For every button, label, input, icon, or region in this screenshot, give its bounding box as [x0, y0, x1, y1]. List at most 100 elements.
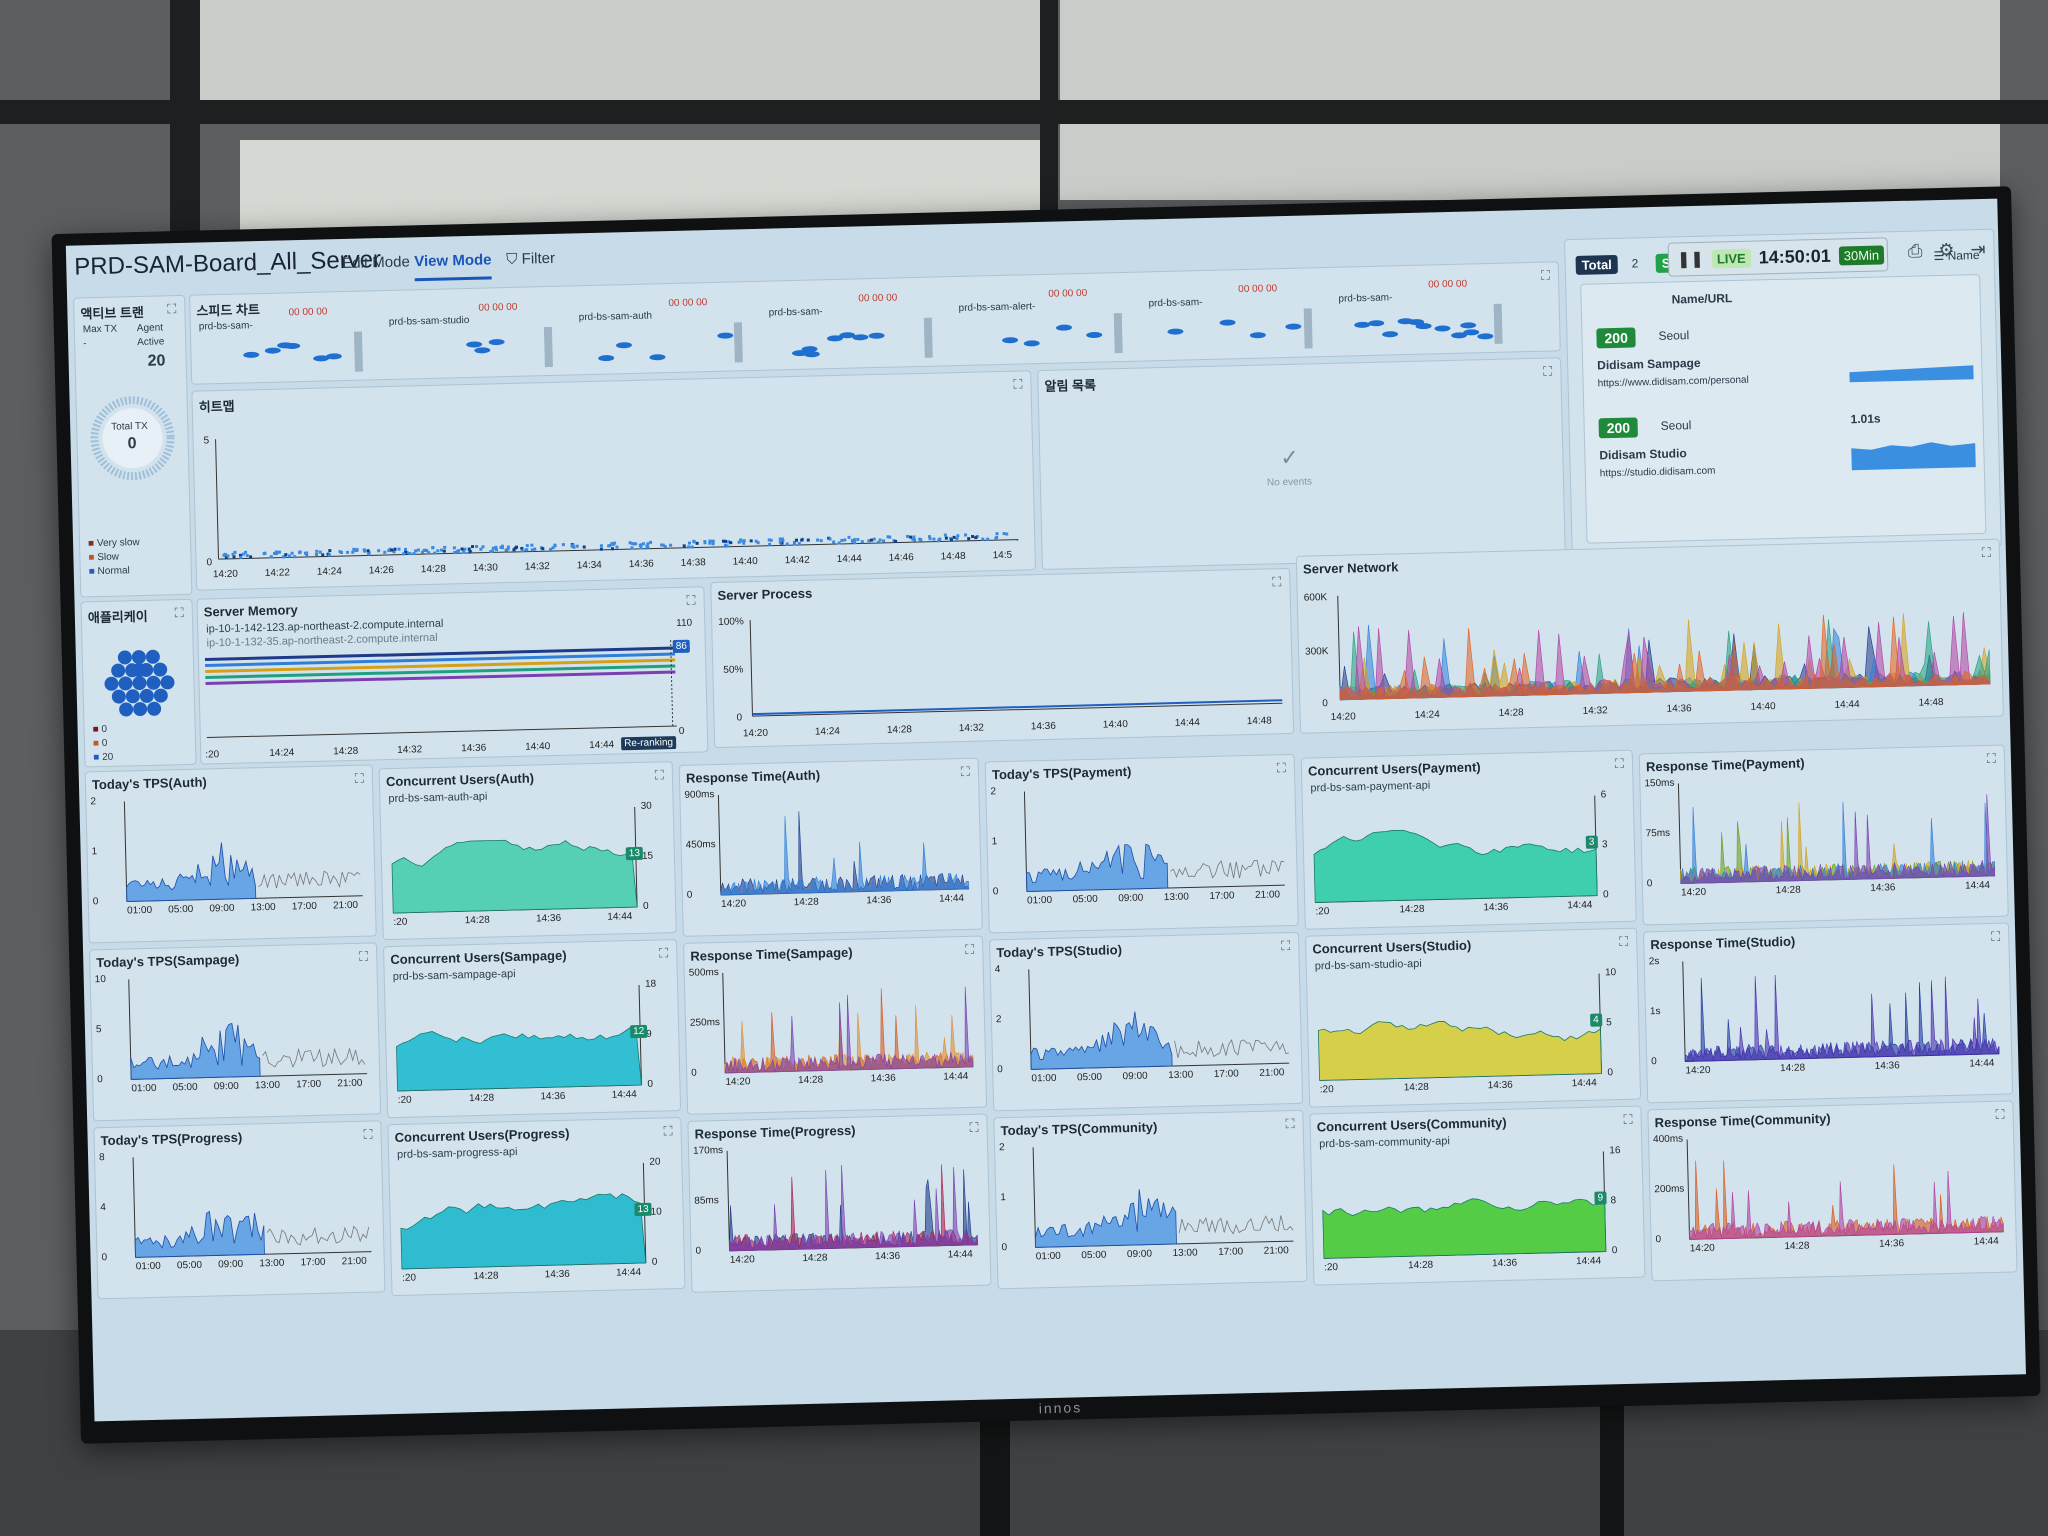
- expand-icon[interactable]: ⛶: [1013, 376, 1022, 392]
- application-node[interactable]: [160, 675, 175, 690]
- expand-icon[interactable]: ⛶: [167, 301, 176, 317]
- tps-yesterday-line: [262, 1047, 366, 1069]
- expand-icon[interactable]: ⛶: [1615, 756, 1624, 772]
- heatmap-cell: [541, 547, 545, 551]
- site-url[interactable]: https://www.didisam.com/personal: [1597, 375, 1748, 390]
- heatmap-cell: [403, 547, 408, 551]
- counter-label: 00 00 00: [858, 292, 898, 305]
- heatmap-cell: [468, 550, 472, 554]
- app-count: 0: [101, 723, 108, 736]
- heatmap-cell: [630, 546, 634, 550]
- app-count-row: ■ 0: [92, 737, 108, 750]
- application-node[interactable]: [111, 689, 126, 704]
- application-node[interactable]: [125, 689, 140, 704]
- series-item[interactable]: prd-bs-sam-sampage-api: [393, 968, 516, 983]
- print-icon[interactable]: ⎙: [1908, 241, 1923, 262]
- expand-icon[interactable]: ⛶: [1541, 268, 1550, 284]
- application-node[interactable]: [131, 650, 146, 665]
- heatmap-cell: [377, 549, 381, 553]
- site-url[interactable]: https://studio.didisam.com: [1600, 466, 1716, 480]
- expand-icon[interactable]: ⛶: [965, 942, 974, 958]
- site-name[interactable]: Didisam Sampage: [1597, 356, 1701, 373]
- metric-plot: [1677, 783, 1996, 885]
- application-node[interactable]: [133, 702, 148, 717]
- x-tick: 13:00: [1172, 1247, 1198, 1260]
- y-axis-line: [1032, 1147, 1037, 1248]
- x-tick: 14:44: [1174, 717, 1200, 729]
- heatmap-cell: [847, 535, 851, 539]
- heatmap-cell: [512, 548, 516, 552]
- expand-icon[interactable]: ⛶: [363, 1127, 372, 1143]
- y-axis-line: [717, 794, 722, 895]
- application-node[interactable]: [132, 676, 147, 691]
- expand-icon[interactable]: ⛶: [1281, 938, 1290, 954]
- application-node[interactable]: [117, 650, 132, 665]
- x-tick: 14:40: [1750, 701, 1776, 713]
- application-node[interactable]: [139, 688, 154, 703]
- site-name[interactable]: Didisam Studio: [1599, 446, 1687, 462]
- panel-title: Today's TPS(Auth): [91, 774, 207, 793]
- x-tick: 21:00: [1263, 1245, 1289, 1257]
- live-control-bar: ❚❚ LIVE 14:50:01 30Min: [1667, 237, 1889, 277]
- expand-icon[interactable]: ⛶: [961, 764, 970, 780]
- series-item[interactable]: prd-bs-sam-payment-api: [1310, 780, 1430, 795]
- heatmap-cell: [800, 538, 804, 542]
- series-item[interactable]: prd-bs-sam-studio-api: [1315, 958, 1422, 973]
- filter-button[interactable]: ⛉ Filter: [506, 250, 555, 268]
- current-value-badge: 13: [625, 846, 644, 861]
- expand-icon[interactable]: ⛶: [359, 949, 368, 965]
- heatmap-cell: [608, 543, 612, 548]
- expand-icon[interactable]: ⛶: [1995, 1107, 2004, 1123]
- pause-icon[interactable]: ❚❚: [1677, 249, 1704, 270]
- y-tick: 0: [1646, 878, 1653, 890]
- expand-icon[interactable]: ⛶: [175, 605, 184, 621]
- expand-icon[interactable]: ⛶: [686, 592, 695, 608]
- speed-dots: [1167, 308, 1313, 349]
- speed-dots: [598, 322, 743, 363]
- y-tick: 15: [641, 850, 654, 862]
- application-node[interactable]: [145, 649, 160, 664]
- y-tick: 170ms: [692, 1144, 724, 1157]
- expand-icon[interactable]: ⛶: [1272, 574, 1281, 590]
- expand-icon[interactable]: ⛶: [1285, 1116, 1294, 1132]
- application-node[interactable]: [111, 663, 126, 678]
- logout-icon[interactable]: ⇥: [1970, 239, 1986, 260]
- expand-icon[interactable]: ⛶: [659, 945, 668, 961]
- expand-icon[interactable]: ⛶: [1277, 760, 1286, 776]
- application-node[interactable]: [118, 676, 133, 691]
- x-axis-line: [206, 725, 677, 738]
- x-tick: 14:26: [368, 564, 394, 577]
- expand-icon[interactable]: ⛶: [1623, 1112, 1632, 1128]
- expand-icon[interactable]: ⛶: [1619, 934, 1628, 950]
- time-range-button[interactable]: 30Min: [1838, 244, 1885, 266]
- expand-icon[interactable]: ⛶: [1982, 545, 1991, 561]
- series-item[interactable]: prd-bs-sam-progress-api: [397, 1146, 518, 1161]
- expand-icon[interactable]: ⛶: [655, 767, 664, 783]
- expand-icon[interactable]: ⛶: [969, 1120, 978, 1136]
- application-node[interactable]: [153, 688, 168, 703]
- expand-icon[interactable]: ⛶: [1987, 751, 1996, 767]
- series-item[interactable]: prd-bs-sam-community-api: [1319, 1135, 1450, 1150]
- expand-icon[interactable]: ⛶: [355, 771, 364, 787]
- expand-icon[interactable]: ⛶: [663, 1123, 672, 1139]
- application-node[interactable]: [147, 701, 162, 716]
- application-node[interactable]: [104, 676, 119, 691]
- series-item[interactable]: prd-bs-sam-auth-api: [388, 791, 487, 805]
- expand-icon[interactable]: ⛶: [1991, 929, 2000, 945]
- metric-plot: [123, 801, 363, 902]
- settings-icon[interactable]: ⚙: [1938, 240, 1955, 261]
- legend-label: Normal: [97, 565, 130, 578]
- tab-view-mode[interactable]: View Mode: [414, 251, 492, 282]
- reranking-button[interactable]: Re-ranking: [620, 736, 677, 751]
- total-pill[interactable]: Total: [1575, 254, 1619, 275]
- y-tick: 2s: [1648, 956, 1660, 968]
- tab-edit-mode[interactable]: Edit Mode: [342, 253, 410, 272]
- heatmap-cell: [442, 549, 446, 553]
- expand-icon[interactable]: ⛶: [1543, 363, 1552, 379]
- y-tick: 1: [1000, 1192, 1007, 1204]
- live-badge[interactable]: LIVE: [1711, 248, 1751, 269]
- application-node[interactable]: [119, 702, 134, 717]
- application-node[interactable]: [153, 662, 168, 677]
- panel-title: 액티브 트랜: [80, 304, 145, 322]
- application-node[interactable]: [146, 675, 161, 690]
